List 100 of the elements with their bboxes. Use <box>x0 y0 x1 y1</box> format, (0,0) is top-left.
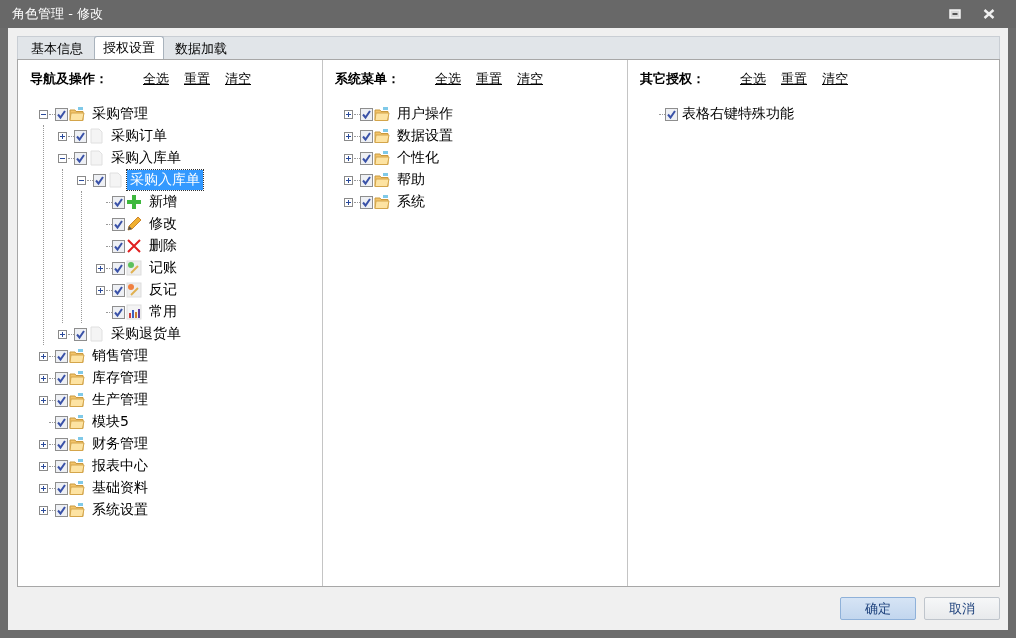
document-icon <box>88 150 104 166</box>
folder-icon <box>69 348 85 364</box>
tree-item[interactable]: 采购订单 <box>108 126 170 146</box>
tree-item[interactable]: 数据设置 <box>394 126 456 146</box>
expand-toggle-icon[interactable] <box>344 131 353 141</box>
expand-toggle-icon[interactable] <box>39 439 48 449</box>
tree-item[interactable]: 记账 <box>146 258 180 278</box>
expand-toggle-icon[interactable] <box>344 175 353 185</box>
tree-item[interactable]: 修改 <box>146 214 180 234</box>
link[interactable]: 清空 <box>225 70 251 88</box>
checkbox[interactable] <box>112 283 125 297</box>
folder-icon <box>69 392 85 408</box>
tree-item[interactable]: 采购入库单 <box>108 148 184 168</box>
tree-item[interactable]: 财务管理 <box>89 434 151 454</box>
bar-chart-icon <box>126 304 142 320</box>
checkbox[interactable] <box>55 459 68 473</box>
checkbox[interactable] <box>55 393 68 407</box>
tree-item[interactable]: 常用 <box>146 302 180 322</box>
tree-item[interactable]: 用户操作 <box>394 104 456 124</box>
tab[interactable]: 数据加载 <box>166 38 236 59</box>
collapse-toggle-icon[interactable] <box>39 109 48 119</box>
tree-item[interactable]: 删除 <box>146 236 180 256</box>
checkbox[interactable] <box>112 195 125 209</box>
document-icon <box>107 172 123 188</box>
checkbox[interactable] <box>55 503 68 517</box>
folder-icon <box>69 106 85 122</box>
checkbox[interactable] <box>360 129 373 143</box>
folder-icon <box>374 172 390 188</box>
checkbox[interactable] <box>360 107 373 121</box>
tree-item[interactable]: 基础资料 <box>89 478 151 498</box>
checkbox[interactable] <box>360 195 373 209</box>
checkbox[interactable] <box>112 305 125 319</box>
link[interactable]: 全选 <box>740 70 766 88</box>
checkbox[interactable] <box>112 217 125 231</box>
link[interactable]: 全选 <box>143 70 169 88</box>
expand-toggle-icon[interactable] <box>96 285 105 295</box>
expand-toggle-icon[interactable] <box>58 131 67 141</box>
tree-item[interactable]: 采购管理 <box>89 104 151 124</box>
expand-toggle-icon[interactable] <box>39 351 48 361</box>
tree-item[interactable]: 采购退货单 <box>108 324 184 344</box>
tab[interactable]: 基本信息 <box>22 38 92 59</box>
restore-icon[interactable] <box>949 9 961 19</box>
expand-toggle-icon[interactable] <box>39 483 48 493</box>
tree-item[interactable]: 表格右键特殊功能 <box>679 104 797 124</box>
close-icon[interactable] <box>983 9 995 19</box>
collapse-toggle-icon[interactable] <box>77 175 86 185</box>
expand-toggle-icon[interactable] <box>39 461 48 471</box>
document-icon <box>88 128 104 144</box>
ok-button[interactable]: 确定 <box>840 597 916 620</box>
link[interactable]: 清空 <box>822 70 848 88</box>
collapse-toggle-icon[interactable] <box>58 153 67 163</box>
tree-item[interactable]: 新增 <box>146 192 180 212</box>
checkbox[interactable] <box>112 239 125 253</box>
link[interactable]: 清空 <box>517 70 543 88</box>
pencil-icon <box>126 216 142 232</box>
checkbox[interactable] <box>55 481 68 495</box>
checkbox[interactable] <box>55 349 68 363</box>
tree-item[interactable]: 销售管理 <box>89 346 151 366</box>
checkbox[interactable] <box>74 327 87 341</box>
expand-toggle-icon[interactable] <box>344 153 353 163</box>
tree-item[interactable]: 报表中心 <box>89 456 151 476</box>
checkbox[interactable] <box>93 173 106 187</box>
folder-icon <box>69 458 85 474</box>
link[interactable]: 重置 <box>781 70 807 88</box>
checkbox[interactable] <box>55 107 68 121</box>
expand-toggle-icon[interactable] <box>344 109 353 119</box>
checkbox[interactable] <box>74 129 87 143</box>
checkbox[interactable] <box>112 261 125 275</box>
expand-toggle-icon[interactable] <box>39 505 48 515</box>
tree-item[interactable]: 生产管理 <box>89 390 151 410</box>
tree-item[interactable]: 系统 <box>394 192 428 212</box>
tree-item[interactable]: 模块5 <box>89 412 132 432</box>
tree-item[interactable]: 系统设置 <box>89 500 151 520</box>
checkbox[interactable] <box>55 371 68 385</box>
link[interactable]: 全选 <box>435 70 461 88</box>
folder-icon <box>69 502 85 518</box>
checkbox[interactable] <box>360 151 373 165</box>
expand-toggle-icon[interactable] <box>39 395 48 405</box>
tree-item[interactable]: 帮助 <box>394 170 428 190</box>
section-heading: 系统菜单： <box>335 70 400 88</box>
tree-item[interactable]: 反记 <box>146 280 180 300</box>
tree-item[interactable]: 个性化 <box>394 148 442 168</box>
tab[interactable]: 授权设置 <box>94 36 164 59</box>
expand-toggle-icon[interactable] <box>96 263 105 273</box>
checkbox[interactable] <box>55 437 68 451</box>
link[interactable]: 重置 <box>184 70 210 88</box>
cancel-button[interactable]: 取消 <box>924 597 1000 620</box>
expand-toggle-icon[interactable] <box>344 197 353 207</box>
expand-toggle-icon[interactable] <box>58 329 67 339</box>
checkbox[interactable] <box>665 107 678 121</box>
link[interactable]: 重置 <box>476 70 502 88</box>
window-title: 角色管理 - 修改 <box>12 5 104 23</box>
folder-icon <box>374 194 390 210</box>
checkbox[interactable] <box>55 415 68 429</box>
tree-item[interactable]: 库存管理 <box>89 368 151 388</box>
expand-toggle-icon[interactable] <box>39 373 48 383</box>
folder-icon <box>69 480 85 496</box>
checkbox[interactable] <box>74 151 87 165</box>
folder-icon <box>69 370 85 386</box>
checkbox[interactable] <box>360 173 373 187</box>
